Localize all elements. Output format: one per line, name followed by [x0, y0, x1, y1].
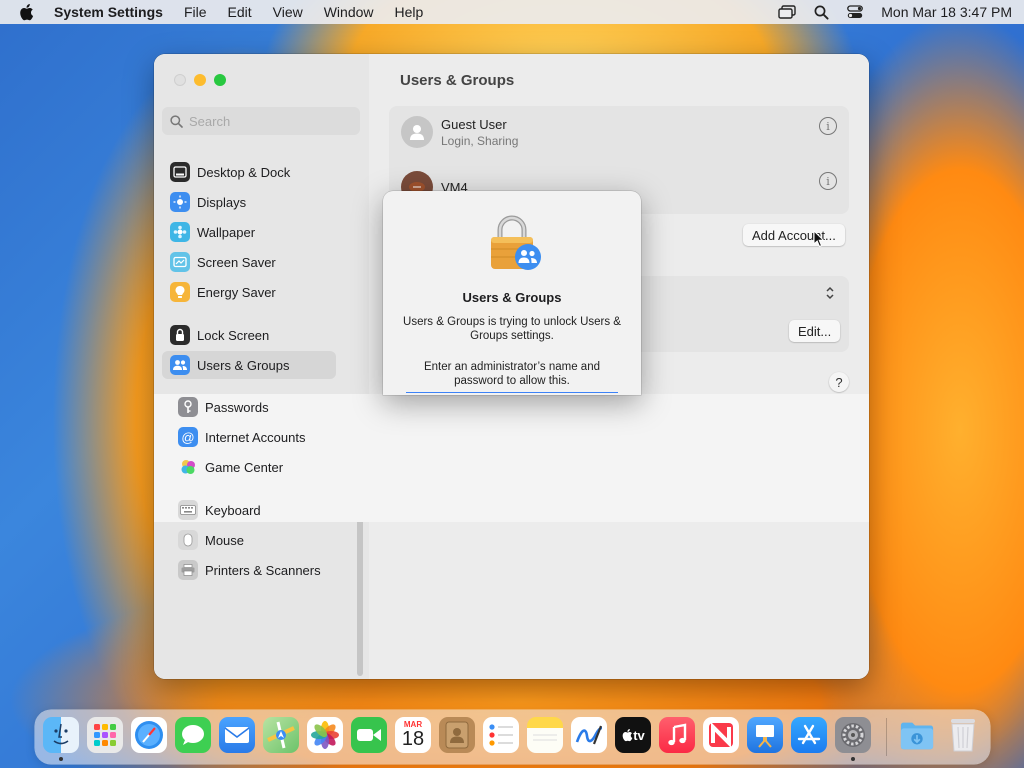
screen-saver-icon: [170, 252, 190, 272]
user-row-guest[interactable]: Guest User Login, Sharing: [401, 116, 518, 148]
menu-view[interactable]: View: [273, 4, 303, 20]
displays-icon: [170, 192, 190, 212]
safari-icon[interactable]: [131, 717, 167, 753]
sidebar-item-label: Wallpaper: [197, 224, 256, 240]
username-field-focus-ring[interactable]: [406, 392, 618, 395]
sidebar-item-label: Users & Groups: [197, 357, 290, 373]
menu-clock[interactable]: Mon Mar 18 3:47 PM: [881, 4, 1012, 20]
notes-icon[interactable]: [527, 717, 563, 753]
close-window-button[interactable]: [174, 74, 186, 86]
users-groups-icon: [170, 355, 190, 375]
user-name: Guest User: [441, 116, 507, 132]
wallpaper-icon: [170, 222, 190, 242]
authentication-dialog: Users & Groups Users & Groups is trying …: [383, 191, 641, 395]
maps-icon[interactable]: [263, 717, 299, 753]
sidebar-item-lock-screen[interactable]: Lock Screen: [162, 321, 336, 349]
sidebar-item-label: Lock Screen: [197, 327, 270, 343]
sidebar-item-label: Screen Saver: [197, 254, 276, 270]
guest-avatar: [401, 116, 433, 148]
app-store-icon[interactable]: [791, 717, 827, 753]
menu-help[interactable]: Help: [395, 4, 424, 20]
help-button[interactable]: ?: [829, 372, 849, 392]
menu-bar: System Settings File Edit View Window He…: [0, 0, 1024, 24]
dock: MAR 18 tv: [35, 710, 990, 764]
guest-info-button[interactable]: i: [819, 117, 837, 135]
sidebar-item-desktop-dock[interactable]: Desktop & Dock: [162, 158, 336, 186]
trash-icon[interactable]: [945, 717, 981, 753]
lock-users-icon: [491, 215, 541, 270]
apple-menu-icon[interactable]: [18, 3, 34, 21]
finder-running-indicator: [59, 757, 63, 761]
energy-saver-icon: [170, 282, 190, 302]
sidebar-item-energy-saver[interactable]: Energy Saver: [162, 278, 336, 306]
reminders-icon[interactable]: [483, 717, 519, 753]
dock-separator: [886, 718, 887, 756]
control-center-icon[interactable]: [847, 5, 864, 19]
mail-icon[interactable]: [219, 717, 255, 753]
blank-rendering-area: [154, 394, 869, 522]
keynote-icon[interactable]: [747, 717, 783, 753]
sidebar: Desktop & Dock Displays Wallpaper Screen…: [154, 54, 369, 679]
news-icon[interactable]: [703, 717, 739, 753]
minimize-window-button[interactable]: [194, 74, 206, 86]
sidebar-item-label: Displays: [197, 194, 247, 210]
edit-button[interactable]: Edit...: [789, 320, 841, 342]
sidebar-item-label: Desktop & Dock: [197, 164, 291, 180]
mouse-pointer-icon: [813, 230, 825, 248]
launchpad-icon[interactable]: [87, 717, 123, 753]
downloads-folder-icon[interactable]: [899, 717, 935, 753]
freeform-icon[interactable]: [571, 717, 607, 753]
dialog-title: Users & Groups: [462, 290, 562, 305]
dialog-message: Users & Groups is trying to unlock Users…: [403, 316, 621, 342]
menu-file[interactable]: File: [184, 4, 207, 20]
user-subtitle: Login, Sharing: [441, 133, 519, 148]
tv-label: tv: [633, 727, 645, 743]
contacts-icon[interactable]: [439, 717, 475, 753]
music-icon[interactable]: [659, 717, 695, 753]
calendar-icon[interactable]: MAR 18: [395, 717, 431, 753]
facetime-icon[interactable]: [351, 717, 387, 753]
vm4-info-button[interactable]: i: [819, 172, 837, 190]
desktop-dock-icon: [170, 162, 190, 182]
search-icon: [170, 114, 183, 128]
sidebar-item-label: Energy Saver: [197, 284, 276, 300]
menu-window[interactable]: Window: [324, 4, 374, 20]
sidebar-item-wallpaper[interactable]: Wallpaper: [162, 218, 336, 246]
photos-icon[interactable]: [307, 717, 343, 753]
system-settings-running-indicator: [851, 757, 855, 761]
screen-mirroring-icon[interactable]: [778, 5, 796, 19]
calendar-day: 18: [401, 727, 425, 750]
popup-chevrons-icon[interactable]: [825, 286, 835, 300]
messages-icon[interactable]: [175, 717, 211, 753]
system-settings-icon[interactable]: [835, 717, 871, 753]
sidebar-search[interactable]: [162, 107, 360, 135]
search-input[interactable]: [189, 113, 349, 129]
tv-icon[interactable]: tv: [615, 717, 651, 753]
spotlight-search-icon[interactable]: [814, 5, 829, 20]
sidebar-item-users-groups[interactable]: Users & Groups: [162, 351, 336, 379]
dialog-prompt: Enter an administrator’s name and passwo…: [423, 361, 600, 387]
window-controls: [174, 74, 226, 86]
menu-app-name[interactable]: System Settings: [54, 4, 163, 20]
finder-icon[interactable]: [43, 717, 79, 753]
lock-screen-icon: [170, 325, 190, 345]
menu-edit[interactable]: Edit: [228, 4, 252, 20]
add-account-button[interactable]: Add Account...: [743, 224, 845, 246]
page-title: Users & Groups: [400, 72, 515, 89]
sidebar-item-screen-saver[interactable]: Screen Saver: [162, 248, 336, 276]
sidebar-item-displays[interactable]: Displays: [162, 188, 336, 216]
zoom-window-button[interactable]: [214, 74, 226, 86]
